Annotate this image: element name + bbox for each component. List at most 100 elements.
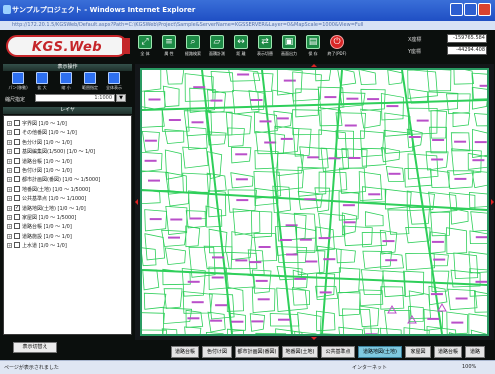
layer-checkbox[interactable] bbox=[14, 233, 20, 239]
layer-checkbox[interactable] bbox=[14, 148, 20, 154]
op-zoom-in-button[interactable]: 拡 大 bbox=[31, 72, 53, 91]
layer-checkbox[interactable] bbox=[14, 129, 20, 135]
expand-icon[interactable]: + bbox=[7, 196, 12, 201]
layer-item[interactable]: +家屋図 [1/0 ～ 1/5000] bbox=[4, 213, 131, 222]
layer-label: 道路台帳 [1/0 ～ 1/0] bbox=[22, 223, 72, 230]
expand-icon[interactable]: + bbox=[7, 177, 12, 182]
layer-checkbox[interactable] bbox=[14, 223, 20, 229]
layer-checkbox[interactable] bbox=[14, 158, 20, 164]
layer-checkbox[interactable] bbox=[14, 139, 20, 145]
parcel-label-mark bbox=[259, 246, 271, 248]
toolbar-button-full-extent[interactable]: ⤢全 体 bbox=[133, 34, 157, 62]
expand-icon[interactable]: + bbox=[7, 206, 12, 211]
minimize-button[interactable] bbox=[450, 3, 463, 16]
status-text: ページが表示されました bbox=[4, 364, 59, 371]
op-full-view-button[interactable]: 全体表示 bbox=[103, 72, 125, 91]
expand-icon[interactable]: + bbox=[7, 121, 12, 126]
expand-icon[interactable]: + bbox=[7, 140, 12, 145]
parcel-label-mark bbox=[472, 159, 484, 161]
toolbar-button-display-switch[interactable]: ⇄表示切替 bbox=[253, 34, 277, 62]
parcel bbox=[365, 212, 383, 226]
parcel bbox=[427, 70, 451, 91]
tab-0[interactable]: 道路台帳 bbox=[171, 346, 199, 358]
parcel-label-mark bbox=[367, 98, 379, 100]
status-zoom[interactable]: 100% bbox=[462, 364, 476, 370]
layer-item[interactable]: + 公共基準点 [1/0 ～ 1/1000] bbox=[4, 194, 131, 203]
tab-8[interactable]: 道路 bbox=[465, 346, 485, 358]
tab-6[interactable]: 家屋図 bbox=[405, 346, 431, 358]
parcel-map[interactable] bbox=[142, 70, 487, 334]
layer-item[interactable]: +色付け図 [1/0 ～ 1/0] bbox=[4, 166, 131, 175]
scale-dropdown-button[interactable]: ▼ bbox=[116, 94, 126, 102]
layer-item[interactable]: +地番図(土地) [1/0 ～ 1/5000] bbox=[4, 185, 131, 194]
toolbar-button-area-measure[interactable]: ▱面積計測 bbox=[205, 34, 229, 62]
maximize-button[interactable] bbox=[464, 3, 477, 16]
parcel-label-mark bbox=[409, 136, 421, 138]
address-bar[interactable]: http://172.20.1.5/KGSWeb/Default.aspx?Pa… bbox=[0, 21, 495, 30]
layer-item[interactable]: +色分け図 [1/0 ～ 1/0] bbox=[4, 138, 131, 147]
tab-3[interactable]: 地番図(土地) bbox=[282, 346, 318, 358]
toolbar-button-save[interactable]: ▤保 存 bbox=[301, 34, 325, 62]
layer-checkbox[interactable] bbox=[14, 186, 20, 192]
parcel-label-mark bbox=[365, 333, 377, 334]
toolbar-button-exit[interactable]: ⏻終了(PDF) bbox=[325, 34, 349, 62]
parcel bbox=[278, 153, 304, 176]
layer-item[interactable]: +都市計画図(番図) [1/0 ～ 1/5000] bbox=[4, 175, 131, 184]
parcel-label-mark bbox=[251, 320, 263, 322]
layer-checkbox[interactable] bbox=[14, 195, 20, 201]
layer-checkbox[interactable] bbox=[14, 176, 20, 182]
tab-4[interactable]: 公共基準点 bbox=[321, 346, 355, 358]
pan-west-arrow[interactable] bbox=[135, 199, 138, 205]
layer-item[interactable]: +基図編集図(1/500) [1/0 ～ 1/0] bbox=[4, 147, 131, 156]
attribute-icon: ≡ bbox=[162, 35, 176, 49]
toolbar-button-distance[interactable]: ↔距 離 bbox=[229, 34, 253, 62]
expand-icon[interactable]: + bbox=[7, 149, 12, 154]
toolbar-button-screen-output[interactable]: ▣画面出力 bbox=[277, 34, 301, 62]
layer-item[interactable]: + 道路台帳 [1/0 ～ 1/0] bbox=[4, 222, 131, 231]
parcel-label-mark bbox=[389, 173, 401, 175]
expand-icon[interactable]: + bbox=[7, 187, 12, 192]
parcel bbox=[277, 288, 308, 312]
expand-icon[interactable]: + bbox=[7, 168, 12, 173]
layer-item[interactable]: +道路施設 [1/0 ～ 1/0] bbox=[4, 232, 131, 241]
expand-icon[interactable]: + bbox=[7, 243, 12, 248]
layer-item[interactable]: +✓道路地図(土地) [1/0 ～ 1/0] bbox=[4, 204, 131, 213]
expand-icon[interactable]: + bbox=[7, 215, 12, 220]
op-pan-button[interactable]: パン(移動) bbox=[7, 72, 29, 91]
layer-label: 公共基準点 [1/0 ～ 1/1000] bbox=[22, 195, 86, 202]
scale-input[interactable]: 1:1000 bbox=[35, 94, 115, 102]
toolbar-button-attribute[interactable]: ≡属 性 bbox=[157, 34, 181, 62]
parcel bbox=[208, 312, 225, 332]
layer-item[interactable]: +字界図 [1/0 ～ 1/0] bbox=[4, 119, 131, 128]
expand-icon[interactable]: + bbox=[7, 234, 12, 239]
pan-east-arrow[interactable] bbox=[491, 199, 494, 205]
expand-icon[interactable]: + bbox=[7, 159, 12, 164]
parcel-label-mark bbox=[249, 261, 261, 263]
layer-checkbox[interactable] bbox=[14, 167, 20, 173]
layer-item[interactable]: +その他番図 [1/0 ～ 1/0] bbox=[4, 128, 131, 137]
op-range-button[interactable]: 範囲指定 bbox=[79, 72, 101, 91]
expand-icon[interactable]: + bbox=[7, 130, 12, 135]
pan-south-arrow[interactable] bbox=[311, 337, 317, 340]
close-button[interactable] bbox=[478, 3, 491, 16]
layer-item[interactable]: +上水道 [1/0 ～ 1/0] bbox=[4, 241, 131, 250]
expand-icon[interactable]: + bbox=[7, 224, 12, 229]
parcel bbox=[342, 309, 371, 334]
ops-header: 表示操作 bbox=[3, 64, 132, 71]
tab-2[interactable]: 都市計画図(番図) bbox=[235, 346, 279, 358]
layer-checkbox[interactable] bbox=[14, 120, 20, 126]
tab-5[interactable]: 道路地図(土地) bbox=[358, 346, 402, 358]
display-toggle-button[interactable]: 表示切替え bbox=[13, 342, 57, 353]
map-canvas[interactable] bbox=[140, 68, 489, 336]
layer-checkbox[interactable] bbox=[14, 214, 20, 220]
layer-item[interactable]: +道路台帳 [1/0 ～ 1/0] bbox=[4, 157, 131, 166]
tab-7[interactable]: 道路台帳 bbox=[434, 346, 462, 358]
tab-1[interactable]: 色付け図 bbox=[202, 346, 232, 358]
layer-checkbox[interactable] bbox=[14, 242, 20, 248]
address-url[interactable]: http://172.20.1.5/KGSWeb/Default.aspx?Pa… bbox=[12, 22, 482, 28]
op-zoom-out-button[interactable]: 縮 小 bbox=[55, 72, 77, 91]
layer-checkbox[interactable]: ✓ bbox=[14, 205, 20, 211]
pan-north-arrow[interactable] bbox=[311, 64, 317, 67]
parcel-label-mark bbox=[432, 139, 444, 141]
toolbar-button-route-search[interactable]: ⌕経路検索 bbox=[181, 34, 205, 62]
